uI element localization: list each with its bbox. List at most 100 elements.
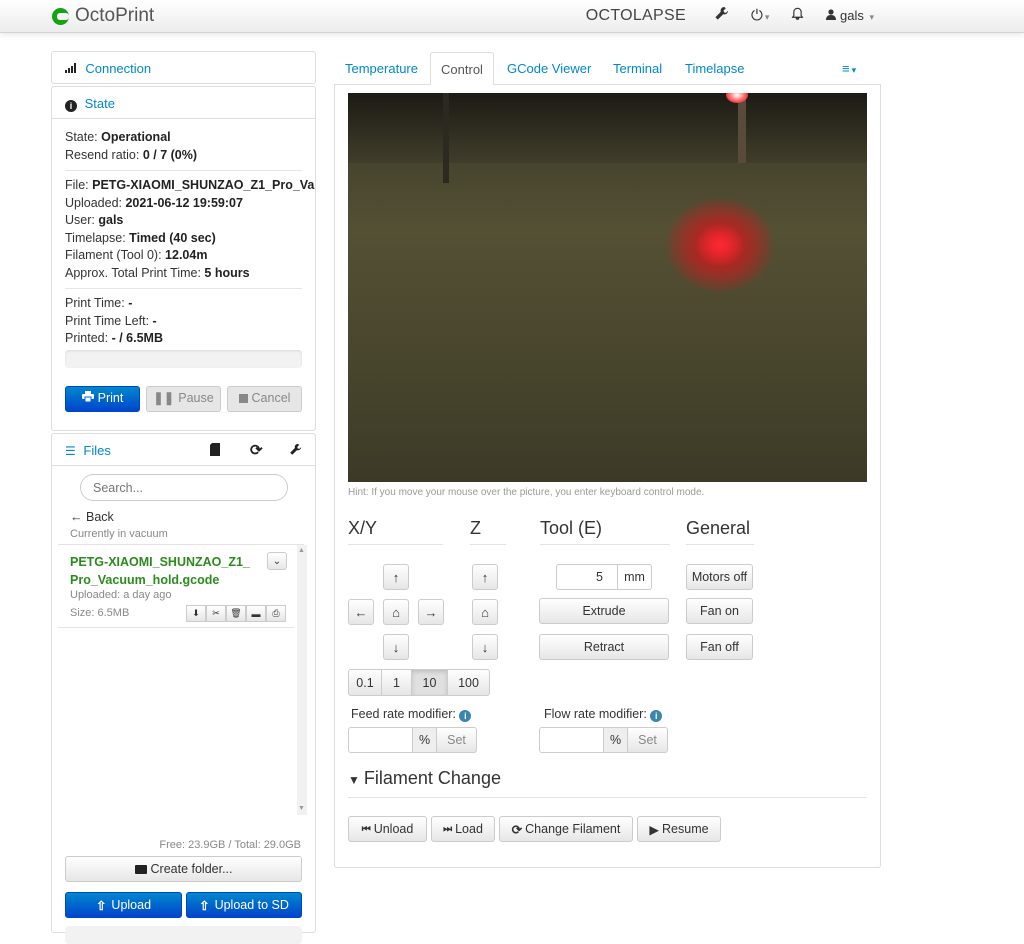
- list-item[interactable]: PETG-XIAOMI_SHUNZAO_Z1_Pro_Vacuum_hold.g…: [58, 545, 294, 627]
- flow-rate-set-button[interactable]: Set: [628, 727, 668, 753]
- webcam-stream[interactable]: [348, 93, 867, 482]
- tab-terminal[interactable]: Terminal: [613, 52, 662, 85]
- feed-rate-label: Feed rate modifier: i: [351, 707, 472, 722]
- load-button[interactable]: ⏭ Load: [431, 816, 495, 842]
- flow-rate-label: Flow rate modifier: i: [544, 707, 663, 722]
- extrude-unit: mm: [618, 564, 652, 590]
- arrow-left-icon: ←: [70, 510, 83, 524]
- print-icon: [81, 390, 94, 408]
- state-header[interactable]: i State: [52, 87, 315, 119]
- resend-row: Resend ratio: 0 / 7 (0%): [65, 147, 198, 162]
- extrude-amount-input[interactable]: 5: [556, 564, 618, 590]
- brand[interactable]: OctoPrint: [52, 5, 154, 27]
- change-filament-button[interactable]: ⟳ Change Filament: [499, 816, 633, 842]
- chevron-down-icon: ⌄: [272, 555, 282, 567]
- step-10-button[interactable]: 10: [412, 669, 448, 696]
- caret-down-icon: ▾: [869, 12, 874, 22]
- connection-header[interactable]: Connection: [52, 52, 315, 84]
- jog-y-plus-button[interactable]: ↑: [383, 564, 409, 590]
- power-menu[interactable]: ⏻ ▾: [751, 7, 769, 24]
- tab-control[interactable]: Control: [430, 52, 494, 85]
- retract-button[interactable]: Retract: [539, 634, 669, 660]
- create-folder-button[interactable]: Create folder...: [65, 856, 302, 882]
- home-z-button[interactable]: ⌂: [472, 599, 498, 625]
- step-100-button[interactable]: 100: [448, 669, 490, 696]
- state-body: State: Operational Resend ratio: 0 / 7 (…: [52, 119, 315, 412]
- file-name[interactable]: PETG-XIAOMI_SHUNZAO_Z1_Pro_Vacuum_hold.g…: [70, 553, 255, 589]
- feed-rate-set-button[interactable]: Set: [437, 727, 477, 753]
- navbar: OctoPrint OCTOLAPSE ⏻ ▾ gals ▾: [0, 0, 1024, 33]
- info-icon[interactable]: i: [650, 710, 663, 722]
- resume-button[interactable]: ▶ Resume: [637, 816, 721, 842]
- file-actions: ⬇ ✂ 🗑 ▬ ⎙: [186, 605, 286, 622]
- tab-overflow-menu[interactable]: ≡ ▾: [842, 52, 856, 85]
- stop-icon: [238, 394, 248, 403]
- folder-icon: [134, 864, 147, 874]
- download-icon[interactable]: ⬇: [186, 605, 206, 622]
- sd-card-icon[interactable]: [210, 443, 220, 459]
- unload-button[interactable]: ⏮ Unload: [348, 816, 427, 842]
- brand-name: OctoPrint: [75, 5, 155, 26]
- search-input[interactable]: [80, 474, 288, 501]
- flow-rate-input[interactable]: [539, 727, 604, 753]
- flow-rate-percent: %: [604, 727, 628, 753]
- fan-off-button[interactable]: Fan off: [686, 634, 753, 660]
- file-size: Size: 6.5MB: [70, 607, 130, 619]
- file-uploaded: Uploaded: a day ago: [70, 589, 172, 601]
- tab-temperature[interactable]: Temperature: [345, 52, 418, 85]
- scroll-down-icon[interactable]: ▼: [298, 805, 305, 812]
- print-icon[interactable]: ⎙: [266, 605, 286, 622]
- octolapse-link[interactable]: OCTOLAPSE: [586, 7, 686, 25]
- feed-rate-input[interactable]: [348, 727, 413, 753]
- jog-z-minus-button[interactable]: ↓: [472, 634, 498, 660]
- trash-icon[interactable]: 🗑: [226, 605, 246, 622]
- state-title: State: [84, 96, 115, 111]
- home-xy-button[interactable]: ⌂: [383, 599, 409, 625]
- tab-gcode-viewer[interactable]: GCode Viewer: [507, 52, 591, 85]
- files-title[interactable]: Files: [83, 443, 110, 458]
- cut-icon[interactable]: ✂: [206, 605, 226, 622]
- refresh-icon[interactable]: ⟳: [250, 441, 263, 459]
- scrollbar[interactable]: [297, 545, 307, 815]
- cancel-button[interactable]: Cancel: [227, 385, 302, 412]
- pause-button[interactable]: ❚❚ Pause: [146, 385, 221, 412]
- step-0-1-button[interactable]: 0.1: [348, 669, 382, 696]
- menu-icon: ≡: [842, 61, 850, 76]
- wrench-icon[interactable]: [714, 6, 729, 25]
- bell-icon[interactable]: [791, 7, 804, 25]
- files-panel: ☰ Files ⟳ ← Back Currently in vacuum PET…: [51, 433, 316, 944]
- connection-panel: Connection: [51, 51, 316, 84]
- fan-on-button[interactable]: Fan on: [686, 598, 753, 624]
- upload-sd-button[interactable]: ⇧ Upload to SD: [186, 892, 302, 918]
- user-menu[interactable]: gals ▾: [826, 8, 874, 23]
- jog-x-plus-button[interactable]: →: [418, 599, 444, 625]
- upload-progress: [65, 926, 302, 944]
- step-1-button[interactable]: 1: [382, 669, 412, 696]
- wrench-icon[interactable]: [289, 443, 302, 459]
- files-header: ☰ Files ⟳: [52, 434, 315, 466]
- tab-timelapse[interactable]: Timelapse: [685, 52, 744, 85]
- state-row: State: Operational: [65, 130, 171, 144]
- caret-down-icon: ▼: [348, 773, 360, 787]
- jog-x-minus-button[interactable]: ←: [348, 599, 374, 625]
- caret-down-icon: ▾: [764, 12, 770, 22]
- arrow-left-icon: ←: [354, 604, 368, 620]
- jog-z-plus-button[interactable]: ↑: [472, 564, 498, 590]
- filament-change-title[interactable]: ▼ Filament Change: [348, 768, 501, 789]
- list-icon: ☰: [65, 444, 76, 458]
- folder-open-icon[interactable]: ▬: [246, 605, 266, 622]
- arrow-up-icon: ↑: [392, 569, 400, 585]
- user-icon: [826, 8, 840, 23]
- motors-off-button[interactable]: Motors off: [686, 564, 753, 590]
- file-expand-button[interactable]: ⌄: [267, 552, 287, 570]
- scroll-up-icon[interactable]: ▲: [298, 547, 305, 554]
- back-link[interactable]: ← Back: [70, 510, 114, 524]
- general-title: General: [686, 518, 751, 538]
- arrow-down-icon: ↓: [481, 639, 489, 655]
- extrude-button[interactable]: Extrude: [539, 598, 669, 624]
- info-icon[interactable]: i: [459, 710, 472, 722]
- jog-y-minus-button[interactable]: ↓: [383, 634, 409, 660]
- home-icon: ⌂: [481, 604, 489, 620]
- print-button[interactable]: Print: [65, 385, 140, 412]
- upload-button[interactable]: ⇧ Upload: [65, 892, 182, 918]
